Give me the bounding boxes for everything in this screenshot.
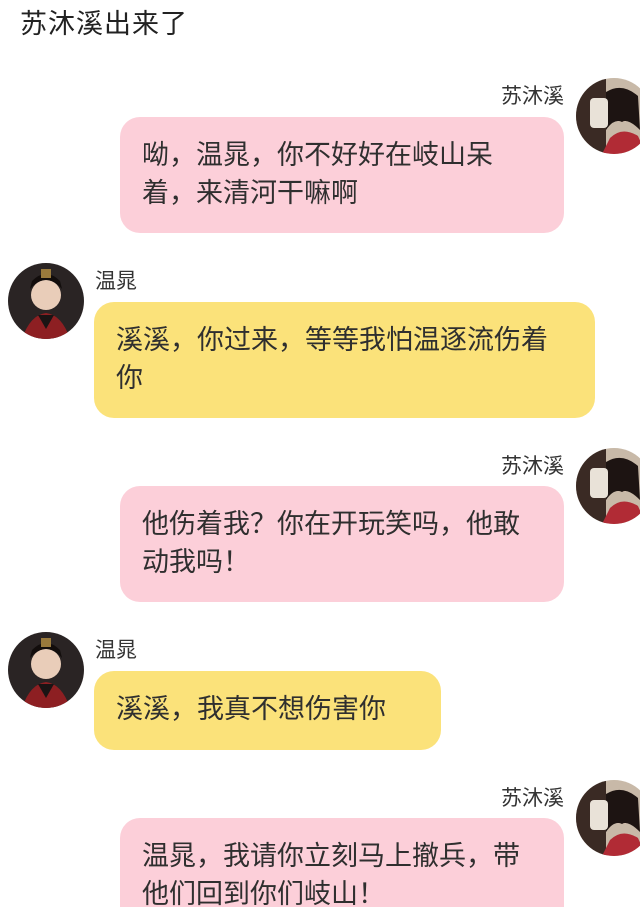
avatar-image	[8, 263, 84, 339]
avatar-su-muxi[interactable]	[576, 78, 640, 154]
message-bubble: 溪溪，你过来，等等我怕温逐流伤着你	[94, 302, 595, 418]
message-bubble: 他伤着我？你在开玩笑吗，他敢动我吗！	[120, 486, 564, 602]
sender-name: 温晁	[95, 638, 137, 662]
avatar-su-muxi[interactable]	[576, 780, 640, 856]
avatar-wen-chao[interactable]	[8, 632, 84, 708]
sender-name: 温晁	[95, 269, 137, 293]
message-bubble: 呦，温晁，你不好好在岐山呆着，来清河干嘛啊	[120, 117, 564, 233]
avatar-image	[8, 632, 84, 708]
avatar-su-muxi[interactable]	[576, 448, 640, 524]
sender-name: 苏沐溪	[501, 454, 564, 478]
message-bubble: 溪溪，我真不想伤害你	[94, 671, 441, 750]
avatar-image	[576, 780, 640, 856]
avatar-image	[576, 78, 640, 154]
message-bubble: 温晁，我请你立刻马上撤兵，带他们回到你们岐山！	[120, 818, 564, 907]
sender-name: 苏沐溪	[501, 786, 564, 810]
avatar-wen-chao[interactable]	[8, 263, 84, 339]
sender-name: 苏沐溪	[501, 84, 564, 108]
avatar-image	[576, 448, 640, 524]
page-title: 苏沐溪出来了	[20, 9, 188, 40]
